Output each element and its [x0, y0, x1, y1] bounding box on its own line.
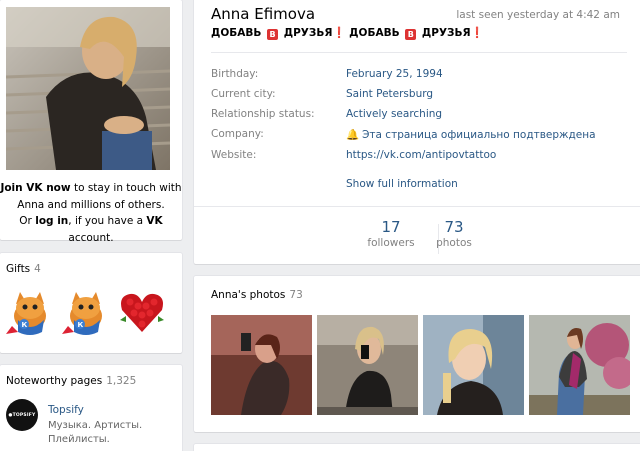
profile-status: ДОБАВЬ В ДРУЗЬЯ❗ ДОБАВЬ В ДРУЗЬЯ❗ — [211, 27, 484, 40]
birthday-label: Birthday: — [211, 68, 259, 80]
photos-count: 73 — [444, 218, 464, 236]
gift-vk-cat-1[interactable]: К — [4, 286, 56, 338]
divider — [194, 206, 640, 207]
relationship-label: Relationship status: — [211, 108, 315, 120]
followers-count: 17 — [381, 218, 401, 236]
photo-thumb-4[interactable] — [529, 315, 630, 415]
join-prompt: Join VK now to stay in touch with Anna a… — [0, 180, 182, 246]
join-now-link[interactable]: Join VK now — [0, 182, 70, 194]
photos-counter[interactable]: 73 photos — [419, 218, 489, 249]
divider — [211, 52, 627, 53]
join-text-3a: Or — [19, 215, 36, 227]
last-seen-status: last seen yesterday at 4:42 am — [456, 9, 620, 21]
next-section-card — [194, 444, 640, 451]
gift-rose-heart[interactable] — [116, 286, 168, 338]
login-link[interactable]: log in — [35, 215, 68, 227]
gifts-count: 4 — [34, 263, 41, 275]
topsify-logo[interactable]: ●TOPSIFY — [6, 399, 38, 431]
join-text-3b: , if you have a — [68, 215, 147, 227]
gifts-title[interactable]: Gifts 4 — [6, 263, 41, 275]
photos-title[interactable]: Anna's photos 73 — [211, 289, 303, 301]
city-value[interactable]: Saint Petersburg — [346, 88, 433, 100]
followers-label: followers — [367, 237, 415, 249]
website-label: Website: — [211, 149, 257, 161]
gift-vk-cat-2[interactable]: К — [60, 286, 112, 338]
join-text-2: Anna and millions of others. — [17, 198, 165, 211]
photo-thumb-3[interactable] — [423, 315, 524, 415]
followers-counter[interactable]: 17 followers — [356, 218, 426, 249]
topsify-description: Музыка. Артисты. Плейлисты. — [48, 420, 143, 445]
vk-text: VK — [146, 215, 163, 227]
company-value[interactable]: 🔔 Эта страница официально подтверждена — [346, 128, 596, 141]
svg-text:К: К — [78, 321, 84, 329]
gifts-card: Gifts 4 К К — [0, 253, 182, 353]
bell-icon: 🔔 — [346, 129, 360, 141]
show-full-info-link[interactable]: Show full information — [346, 178, 458, 190]
profile-info-card: Anna Efimova last seen yesterday at 4:42… — [194, 0, 640, 264]
b-badge: В — [267, 29, 279, 40]
noteworthy-pages-count: 1,325 — [106, 375, 137, 387]
website-link[interactable]: https://vk.com/antipovtattoo — [346, 149, 496, 161]
join-text-1: to stay in touch with — [70, 182, 182, 194]
photos-card: Anna's photos 73 — [194, 276, 640, 432]
photo-thumb-1[interactable] — [211, 315, 312, 415]
photos-label: photos — [436, 237, 472, 249]
join-text-3c: account. — [68, 231, 114, 244]
noteworthy-pages-card: Noteworthy pages 1,325 ●TOPSIFY Topsify М… — [0, 365, 182, 451]
company-label: Company: — [211, 128, 264, 140]
profile-name: Anna Efimova — [211, 5, 316, 23]
relationship-value[interactable]: Actively searching — [346, 108, 442, 120]
b-badge: В — [405, 29, 417, 40]
topsify-link[interactable]: Topsify — [48, 404, 84, 416]
city-label: Current city: — [211, 88, 276, 100]
profile-photo-card: Join VK now to stay in touch with Anna a… — [0, 0, 182, 244]
photos-section-count: 73 — [289, 289, 303, 301]
profile-photo[interactable] — [6, 7, 170, 170]
svg-text:К: К — [22, 321, 28, 329]
birthday-value[interactable]: February 25, 1994 — [346, 68, 443, 80]
noteworthy-pages-title[interactable]: Noteworthy pages 1,325 — [6, 375, 136, 387]
photo-thumb-2[interactable] — [317, 315, 418, 415]
